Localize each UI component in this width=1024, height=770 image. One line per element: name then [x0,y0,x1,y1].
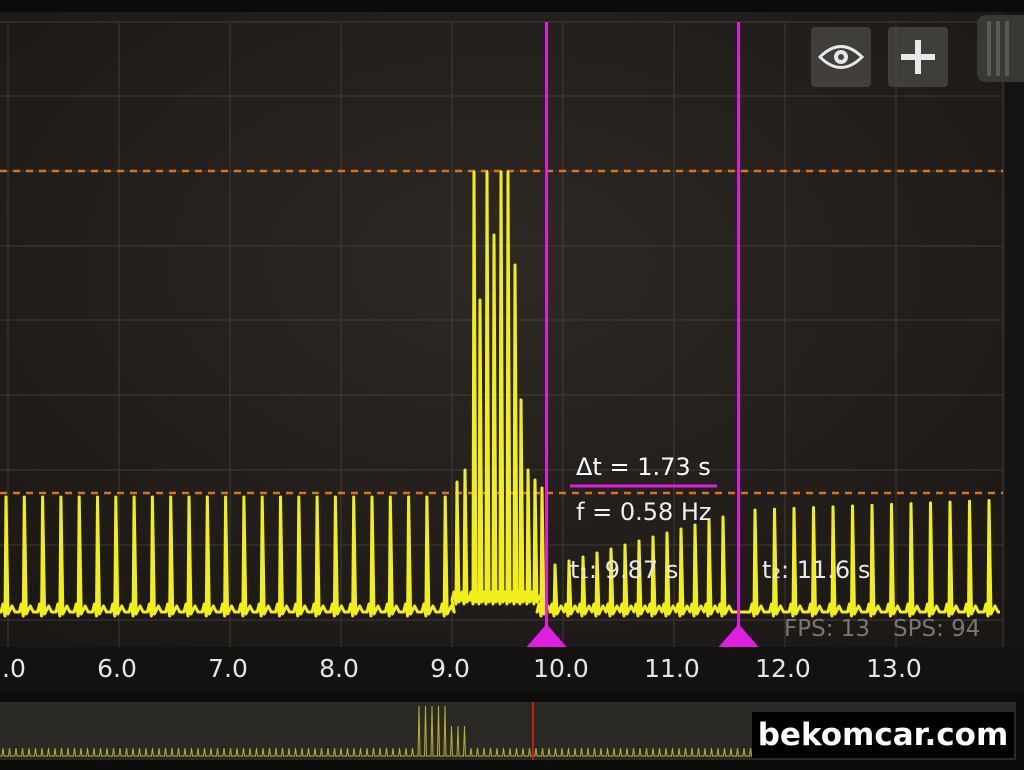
x-tick-label: 11.0 [644,654,700,683]
top-bar [0,0,1024,12]
oscilloscope-view[interactable]: Δt = 1.73 s f = 0.58 Hz t₁: 9.87 s t₂: 1… [0,0,1024,770]
add-button[interactable] [888,27,948,87]
cursor-t1-label: t₁: 9.87 s [570,556,678,584]
x-tick-label: 8.0 [319,654,359,683]
right-edge [1005,12,1024,647]
watermark-logo: bekomcar.com [752,712,1014,758]
plus-icon [901,40,935,74]
x-tick-label: 13.0 [866,654,922,683]
x-tick-label: 10.0 [533,654,589,683]
x-tick-label: 5.0 [0,654,26,683]
visibility-button[interactable] [811,27,871,87]
cursor-t2-label: t₂: 11.6 s [762,556,870,584]
sps-counter: SPS: 94 [893,616,980,642]
frequency-label: f = 0.58 Hz [576,498,712,526]
x-tick-label: 9.0 [430,654,470,683]
x-tick-label: 7.0 [208,654,248,683]
delta-t-label: Δt = 1.73 s [576,453,711,481]
fps-counter: FPS: 13 [784,616,870,642]
eye-icon [818,45,864,69]
x-tick-label: 6.0 [97,654,137,683]
side-panel-handle[interactable] [977,15,1024,82]
x-tick-label: 12.0 [755,654,811,683]
